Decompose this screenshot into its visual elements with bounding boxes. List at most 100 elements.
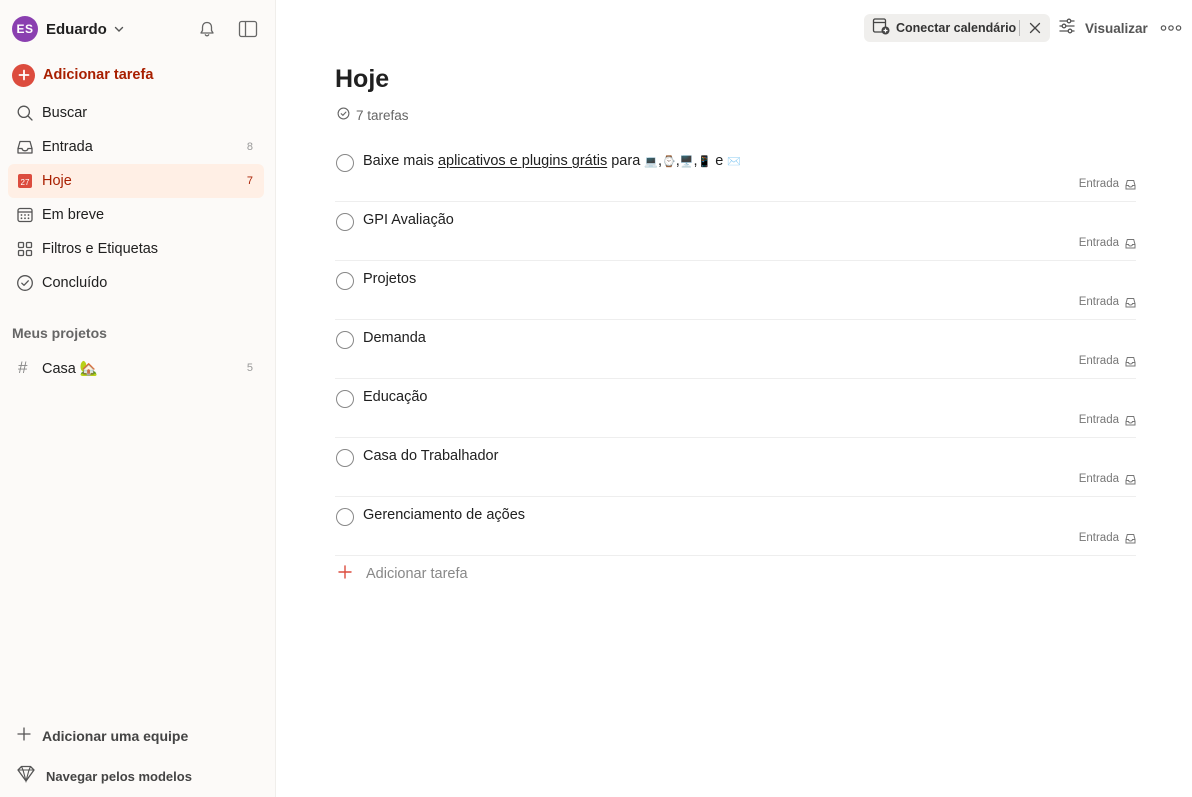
add-task-button[interactable]: Adicionar tarefa bbox=[12, 62, 153, 88]
filters-icon bbox=[15, 239, 35, 259]
browse-templates-label: Navegar pelos modelos bbox=[46, 768, 192, 784]
task-title-text: e bbox=[711, 153, 728, 169]
inbox-icon bbox=[1125, 238, 1136, 248]
browse-templates-button[interactable]: Navegar pelos modelos bbox=[16, 765, 192, 787]
laptop-emoji: 💻 bbox=[644, 156, 659, 168]
add-task-inline-button[interactable]: Adicionar tarefa bbox=[338, 563, 468, 585]
task-title[interactable]: Baixe mais aplicativos e plugins grátis … bbox=[363, 153, 741, 169]
add-task-label: Adicionar tarefa bbox=[366, 566, 468, 582]
sidebar-nav: Buscar Entrada 8 27 Hoje 7 Em breve Filt… bbox=[8, 96, 264, 300]
task-title[interactable]: Educação bbox=[363, 389, 428, 405]
projects-section-title[interactable]: Meus projetos bbox=[12, 325, 107, 341]
add-task-label: Adicionar tarefa bbox=[43, 67, 154, 83]
envelope-emoji: ✉️ bbox=[727, 156, 742, 168]
inbox-icon bbox=[1125, 533, 1136, 543]
task-title[interactable]: GPI Avaliação bbox=[363, 212, 454, 228]
sidebar-item-label: Entrada bbox=[42, 139, 93, 155]
sliders-icon bbox=[1058, 17, 1076, 40]
inbox-icon bbox=[1125, 297, 1136, 307]
task-project-label: Entrada bbox=[1078, 178, 1119, 190]
check-circle-icon bbox=[15, 273, 35, 293]
task-title-text: Baixe mais bbox=[363, 153, 438, 169]
view-options-button[interactable]: Visualizar bbox=[1058, 16, 1148, 40]
hash-icon: # bbox=[18, 358, 28, 377]
view-label: Visualizar bbox=[1085, 20, 1148, 36]
task-item[interactable]: Baixe mais aplicativos e plugins grátis … bbox=[335, 143, 1136, 202]
task-project-link[interactable]: Entrada bbox=[1079, 473, 1136, 485]
chevron-down-icon bbox=[113, 23, 125, 35]
task-item[interactable]: Casa do Trabalhador Entrada bbox=[335, 438, 1136, 497]
plus-icon bbox=[12, 63, 35, 87]
sidebar-toggle-icon[interactable] bbox=[236, 17, 260, 41]
sidebar-item-label: Filtros e Etiquetas bbox=[42, 241, 159, 257]
connect-calendar-banner: Conectar calendário bbox=[864, 14, 1050, 42]
task-project-label: Entrada bbox=[1078, 473, 1119, 485]
close-icon[interactable] bbox=[1026, 19, 1044, 37]
sidebar-item-label: Concluído bbox=[42, 275, 108, 291]
task-project-label: Entrada bbox=[1078, 414, 1119, 426]
task-project-label: Entrada bbox=[1078, 237, 1119, 249]
sidebar: ES Eduardo Adicionar tarefa Buscar Entra… bbox=[0, 0, 276, 797]
calendar-upcoming-icon bbox=[15, 205, 35, 225]
task-project-link[interactable]: Entrada bbox=[1079, 414, 1136, 426]
task-checkbox[interactable] bbox=[336, 331, 354, 349]
sidebar-item-upcoming[interactable]: Em breve bbox=[8, 198, 264, 232]
task-checkbox[interactable] bbox=[336, 272, 354, 290]
more-options-icon[interactable] bbox=[1158, 16, 1184, 40]
calendar-add-icon[interactable] bbox=[872, 17, 890, 40]
task-item[interactable]: Gerenciamento de ações Entrada bbox=[335, 497, 1136, 556]
avatar: ES bbox=[12, 16, 38, 42]
project-item-casa[interactable]: # Casa 🏡 5 bbox=[8, 352, 264, 384]
user-name: Eduardo bbox=[46, 20, 107, 38]
sidebar-item-today[interactable]: 27 Hoje 7 bbox=[8, 164, 264, 198]
plus-icon bbox=[16, 726, 32, 747]
desktop-emoji: 🖥️ bbox=[679, 156, 694, 168]
inbox-count: 8 bbox=[246, 141, 253, 153]
task-project-label: Entrada bbox=[1078, 355, 1119, 367]
calendar-day-number: 27 bbox=[21, 178, 30, 187]
task-project-label: Entrada bbox=[1078, 532, 1119, 544]
user-menu-button[interactable]: ES Eduardo bbox=[12, 16, 125, 42]
sidebar-item-completed[interactable]: Concluído bbox=[8, 266, 264, 300]
task-item[interactable]: Educação Entrada bbox=[335, 379, 1136, 438]
task-title[interactable]: Demanda bbox=[363, 330, 426, 346]
task-project-link[interactable]: Entrada bbox=[1079, 355, 1136, 367]
task-item[interactable]: Demanda Entrada bbox=[335, 320, 1136, 379]
task-project-link[interactable]: Entrada bbox=[1079, 532, 1136, 544]
page-title: Hoje bbox=[335, 65, 390, 93]
connect-calendar-button[interactable]: Conectar calendário bbox=[896, 21, 1016, 35]
inbox-icon bbox=[1125, 474, 1136, 484]
task-item[interactable]: GPI Avaliação Entrada bbox=[335, 202, 1136, 261]
task-checkbox[interactable] bbox=[336, 154, 354, 172]
task-checkbox[interactable] bbox=[336, 508, 354, 526]
task-project-link[interactable]: Entrada bbox=[1079, 237, 1136, 249]
sidebar-item-inbox[interactable]: Entrada 8 bbox=[8, 130, 264, 164]
task-title[interactable]: Casa do Trabalhador bbox=[363, 448, 498, 464]
watch-emoji: ⌚ bbox=[662, 156, 676, 168]
task-checkbox[interactable] bbox=[336, 390, 354, 408]
check-circle-icon bbox=[337, 107, 350, 123]
task-link[interactable]: aplicativos e plugins grátis bbox=[438, 153, 607, 169]
sidebar-item-label: Em breve bbox=[42, 207, 105, 223]
today-count: 7 bbox=[246, 175, 253, 187]
task-title[interactable]: Gerenciamento de ações bbox=[363, 507, 525, 523]
inbox-icon bbox=[1125, 415, 1136, 425]
task-list: Baixe mais aplicativos e plugins grátis … bbox=[335, 143, 1136, 556]
add-team-button[interactable]: Adicionar uma equipe bbox=[16, 725, 188, 747]
divider bbox=[1019, 20, 1020, 36]
task-checkbox[interactable] bbox=[336, 213, 354, 231]
task-title[interactable]: Projetos bbox=[363, 271, 416, 287]
sidebar-item-search[interactable]: Buscar bbox=[8, 96, 264, 130]
task-project-link[interactable]: Entrada bbox=[1079, 296, 1136, 308]
inbox-icon bbox=[1125, 179, 1136, 189]
search-icon bbox=[15, 103, 35, 123]
sidebar-item-label: Buscar bbox=[42, 105, 88, 121]
calendar-today-icon: 27 bbox=[15, 171, 35, 191]
bell-icon[interactable] bbox=[195, 17, 219, 41]
sidebar-item-filters[interactable]: Filtros e Etiquetas bbox=[8, 232, 264, 266]
task-project-link[interactable]: Entrada bbox=[1079, 178, 1136, 190]
task-checkbox[interactable] bbox=[336, 449, 354, 467]
task-item[interactable]: Projetos Entrada bbox=[335, 261, 1136, 320]
sidebar-item-label: Hoje bbox=[42, 173, 72, 189]
project-count: 5 bbox=[246, 362, 253, 374]
